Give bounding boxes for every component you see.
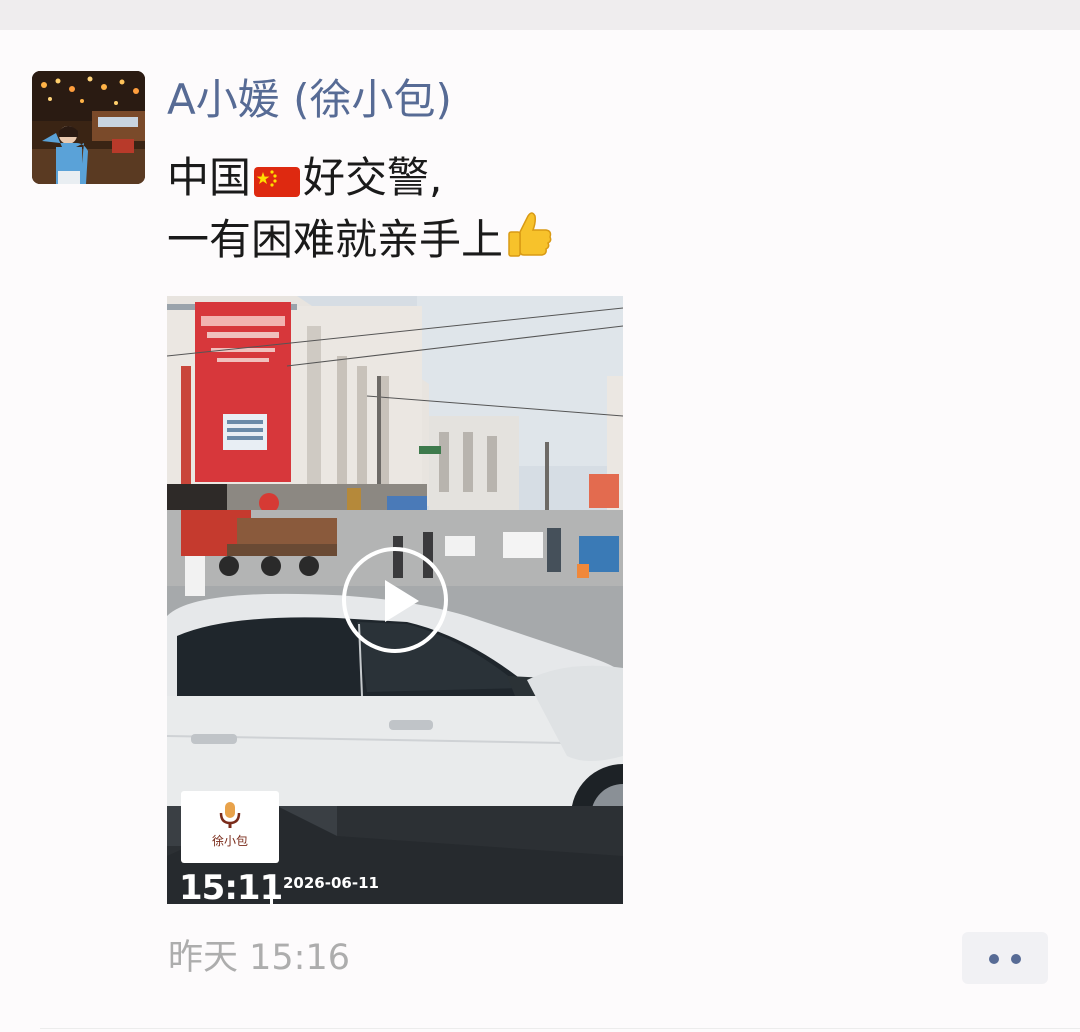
post-text-part: 一有困难就亲手上: [167, 215, 504, 264]
top-divider-strip: [0, 0, 1080, 30]
video-stamp-divider: [270, 876, 273, 904]
video-stamp-time: 15:11: [179, 868, 283, 904]
post-text-line-2: 一有困难就亲手上: [167, 209, 557, 271]
post-text-line-1: 中国 好交警,: [167, 147, 557, 209]
more-dots-icon: [1011, 954, 1021, 964]
author-name[interactable]: A小媛 (徐小包): [167, 74, 452, 126]
more-actions-button[interactable]: [962, 932, 1048, 984]
play-icon[interactable]: [342, 547, 448, 653]
post-text: 中国 好交警, 一有困难就亲手上: [167, 147, 557, 271]
bottom-divider: [40, 1028, 1080, 1029]
avatar[interactable]: [32, 71, 145, 184]
post-text-part: 好交警,: [303, 153, 443, 202]
post-timestamp: 昨天 15:16: [168, 938, 350, 978]
post-text-part: 中国: [167, 153, 252, 202]
video-stamp-date: 2026-06-11: [283, 874, 379, 892]
more-dots-icon: [989, 954, 999, 964]
watermark-logo: 徐小包: [181, 791, 279, 863]
video-thumbnail[interactable]: 徐小包 15:11 2026-06-11: [167, 296, 623, 904]
china-flag-icon: [254, 153, 301, 215]
microphone-icon: [219, 802, 241, 828]
avatar-photo: [32, 71, 145, 184]
thumbs-up-icon: [506, 210, 554, 277]
watermark-name: 徐小包: [211, 834, 248, 848]
